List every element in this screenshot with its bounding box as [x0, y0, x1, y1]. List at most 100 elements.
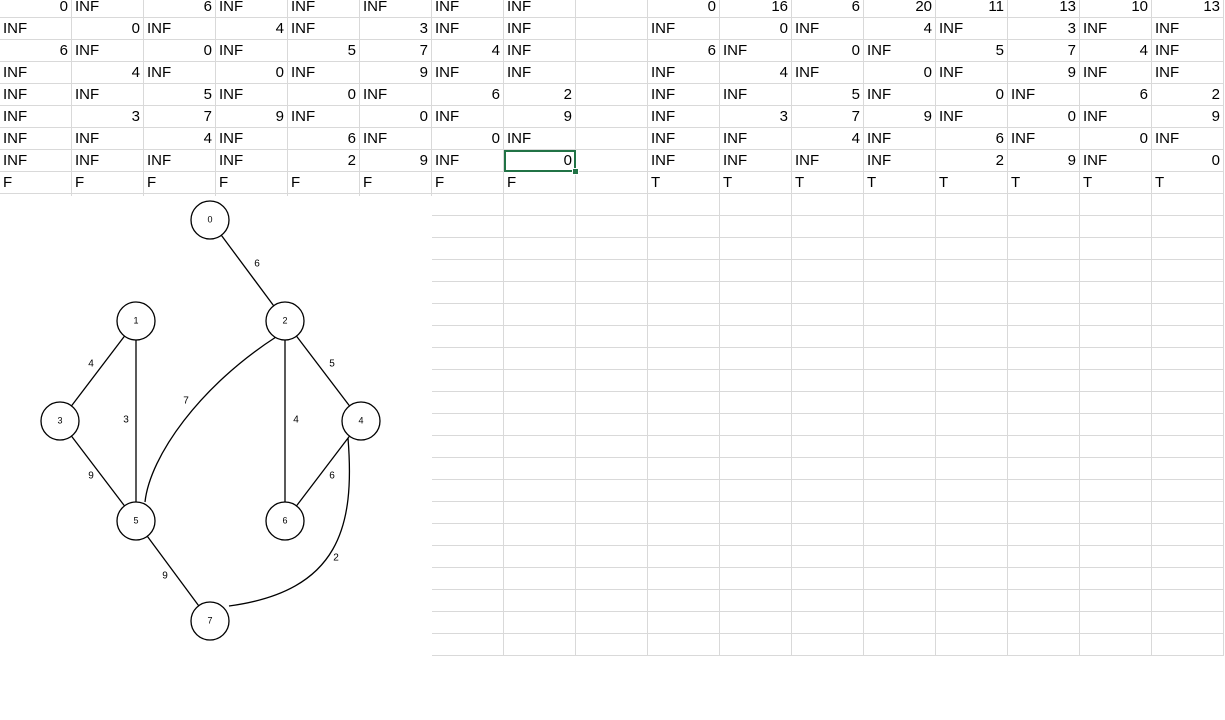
- matrix-right-cell[interactable]: INF: [720, 84, 792, 106]
- empty-cell[interactable]: [792, 282, 864, 304]
- empty-cell[interactable]: [1152, 568, 1224, 590]
- empty-cell[interactable]: [720, 238, 792, 260]
- empty-cell[interactable]: [936, 216, 1008, 238]
- matrix-left-cell[interactable]: 4: [432, 40, 504, 62]
- empty-cell[interactable]: [720, 348, 792, 370]
- empty-cell[interactable]: [576, 590, 648, 612]
- empty-cell[interactable]: [864, 612, 936, 634]
- matrix-right-cell[interactable]: INF: [720, 40, 792, 62]
- matrix-right-cell[interactable]: 11: [936, 0, 1008, 18]
- matrix-right-cell[interactable]: INF: [648, 62, 720, 84]
- matrix-left-cell[interactable]: 9: [504, 106, 576, 128]
- empty-cell[interactable]: [792, 370, 864, 392]
- empty-cell[interactable]: [648, 612, 720, 634]
- empty-cell[interactable]: [648, 436, 720, 458]
- empty-cell[interactable]: [504, 282, 576, 304]
- matrix-right-cell[interactable]: INF: [648, 84, 720, 106]
- matrix-right-cell[interactable]: INF: [1152, 128, 1224, 150]
- empty-cell[interactable]: [720, 502, 792, 524]
- empty-cell[interactable]: [936, 524, 1008, 546]
- flag-right-cell[interactable]: T: [648, 172, 720, 194]
- empty-cell[interactable]: [936, 414, 1008, 436]
- empty-cell[interactable]: [432, 590, 504, 612]
- empty-cell[interactable]: [576, 568, 648, 590]
- empty-cell[interactable]: [576, 128, 648, 150]
- empty-cell[interactable]: [1008, 458, 1080, 480]
- active-cell[interactable]: 0: [504, 150, 576, 172]
- empty-cell[interactable]: [432, 326, 504, 348]
- empty-cell[interactable]: [1008, 634, 1080, 656]
- empty-cell[interactable]: [648, 238, 720, 260]
- empty-cell[interactable]: [648, 458, 720, 480]
- matrix-right-cell[interactable]: 0: [1008, 106, 1080, 128]
- empty-cell[interactable]: [576, 84, 648, 106]
- empty-cell[interactable]: [720, 414, 792, 436]
- flag-left-cell[interactable]: F: [504, 172, 576, 194]
- matrix-right-cell[interactable]: INF: [1152, 40, 1224, 62]
- flag-left-cell[interactable]: F: [0, 172, 72, 194]
- empty-cell[interactable]: [576, 216, 648, 238]
- matrix-left-cell[interactable]: INF: [144, 150, 216, 172]
- empty-cell[interactable]: [432, 304, 504, 326]
- empty-cell[interactable]: [864, 282, 936, 304]
- empty-cell[interactable]: [720, 260, 792, 282]
- empty-cell[interactable]: [936, 260, 1008, 282]
- empty-cell[interactable]: [1152, 260, 1224, 282]
- empty-cell[interactable]: [504, 238, 576, 260]
- empty-cell[interactable]: [864, 568, 936, 590]
- matrix-left-cell[interactable]: INF: [72, 128, 144, 150]
- empty-cell[interactable]: [648, 216, 720, 238]
- empty-cell[interactable]: [720, 590, 792, 612]
- empty-cell[interactable]: [504, 370, 576, 392]
- empty-cell[interactable]: [1080, 568, 1152, 590]
- flag-left-cell[interactable]: F: [216, 172, 288, 194]
- matrix-right-cell[interactable]: INF: [864, 40, 936, 62]
- empty-cell[interactable]: [1080, 458, 1152, 480]
- empty-cell[interactable]: [504, 436, 576, 458]
- empty-cell[interactable]: [1008, 436, 1080, 458]
- matrix-right-cell[interactable]: INF: [1008, 84, 1080, 106]
- matrix-left-cell[interactable]: INF: [0, 84, 72, 106]
- empty-cell[interactable]: [1152, 304, 1224, 326]
- matrix-right-cell[interactable]: 9: [864, 106, 936, 128]
- empty-cell[interactable]: [1008, 612, 1080, 634]
- flag-right-cell[interactable]: T: [936, 172, 1008, 194]
- empty-cell[interactable]: [432, 194, 504, 216]
- empty-cell[interactable]: [1080, 590, 1152, 612]
- empty-cell[interactable]: [936, 304, 1008, 326]
- empty-cell[interactable]: [576, 414, 648, 436]
- flag-left-cell[interactable]: F: [432, 172, 504, 194]
- empty-cell[interactable]: [936, 634, 1008, 656]
- empty-cell[interactable]: [1152, 216, 1224, 238]
- empty-cell[interactable]: [1152, 590, 1224, 612]
- empty-cell[interactable]: [936, 480, 1008, 502]
- matrix-right-cell[interactable]: INF: [936, 18, 1008, 40]
- matrix-left-cell[interactable]: INF: [360, 84, 432, 106]
- matrix-right-cell[interactable]: 10: [1080, 0, 1152, 18]
- matrix-left-cell[interactable]: INF: [288, 18, 360, 40]
- matrix-right-cell[interactable]: 2: [936, 150, 1008, 172]
- matrix-left-cell[interactable]: 0: [144, 40, 216, 62]
- matrix-left-cell[interactable]: INF: [504, 40, 576, 62]
- empty-cell[interactable]: [576, 18, 648, 40]
- matrix-left-cell[interactable]: INF: [72, 40, 144, 62]
- matrix-right-cell[interactable]: 0: [792, 40, 864, 62]
- empty-cell[interactable]: [1080, 348, 1152, 370]
- empty-cell[interactable]: [936, 392, 1008, 414]
- matrix-right-cell[interactable]: INF: [792, 62, 864, 84]
- matrix-right-cell[interactable]: 4: [792, 128, 864, 150]
- flag-left-cell[interactable]: F: [72, 172, 144, 194]
- flag-right-cell[interactable]: T: [792, 172, 864, 194]
- empty-cell[interactable]: [1152, 546, 1224, 568]
- empty-cell[interactable]: [1008, 194, 1080, 216]
- empty-cell[interactable]: [432, 502, 504, 524]
- empty-cell[interactable]: [576, 0, 648, 18]
- empty-cell[interactable]: [648, 194, 720, 216]
- empty-cell[interactable]: [936, 194, 1008, 216]
- matrix-left-cell[interactable]: INF: [216, 128, 288, 150]
- empty-cell[interactable]: [936, 348, 1008, 370]
- empty-cell[interactable]: [720, 370, 792, 392]
- empty-cell[interactable]: [1152, 392, 1224, 414]
- empty-cell[interactable]: [1080, 260, 1152, 282]
- matrix-right-cell[interactable]: INF: [648, 18, 720, 40]
